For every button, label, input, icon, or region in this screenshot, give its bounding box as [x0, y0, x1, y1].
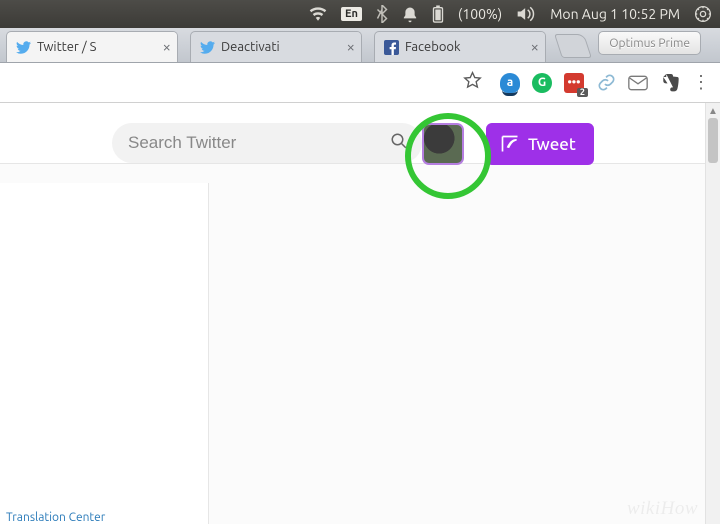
browser-toolbar: a G ••• 2 ⋮	[0, 63, 720, 103]
watermark: wikiHow	[627, 498, 698, 520]
extension-amazon-icon[interactable]: a	[500, 73, 520, 93]
extension-lastpass-icon[interactable]: ••• 2	[564, 73, 584, 93]
twitter-bird-icon	[199, 39, 215, 55]
facebook-icon	[383, 39, 399, 55]
extension-grammarly-icon[interactable]: G	[532, 73, 552, 93]
twitter-bird-icon	[15, 39, 31, 55]
close-icon[interactable]: ×	[347, 39, 355, 54]
left-sidebar: Translation Center	[0, 183, 209, 524]
scroll-thumb[interactable]	[708, 118, 718, 163]
clock: Mon Aug 1 10:52 PM	[550, 6, 680, 22]
close-icon[interactable]: ×	[163, 39, 171, 54]
footer-link-translation[interactable]: Translation Center	[0, 511, 111, 524]
notification-bell-icon[interactable]	[402, 6, 418, 23]
browser-tab-strip: Twitter / S × Deactivati × Facebook × Op…	[0, 28, 720, 63]
tab-twitter[interactable]: Twitter / S ×	[6, 31, 178, 62]
tweet-button-label: Tweet	[528, 135, 576, 154]
tab-facebook[interactable]: Facebook ×	[374, 31, 546, 62]
scroll-up-icon[interactable]: ▲	[706, 103, 720, 118]
tab-deactivation[interactable]: Deactivati ×	[190, 31, 362, 62]
browser-menu-icon[interactable]: ⋮	[692, 72, 710, 93]
extension-evernote-icon[interactable]	[660, 73, 680, 93]
bookmark-star-icon[interactable]	[463, 71, 482, 94]
language-indicator[interactable]: En	[341, 7, 362, 21]
tab-title: Facebook	[405, 40, 461, 54]
window-user-label[interactable]: Optimus Prime	[598, 31, 701, 55]
search-box[interactable]	[112, 123, 422, 163]
wifi-icon[interactable]	[309, 7, 327, 21]
vertical-scrollbar[interactable]: ▲	[705, 103, 720, 524]
session-gear-icon[interactable]	[694, 5, 712, 23]
extension-badge: 2	[577, 88, 588, 97]
close-icon[interactable]: ×	[531, 39, 539, 54]
tab-title: Twitter / S	[37, 40, 96, 54]
tweet-button[interactable]: Tweet	[486, 123, 594, 165]
extension-mail-icon[interactable]	[628, 73, 648, 93]
system-menubar: En (100%) Mon Aug 1 10:52 PM	[0, 0, 720, 28]
new-tab-button[interactable]	[554, 34, 592, 58]
search-icon[interactable]	[390, 132, 408, 154]
bluetooth-icon[interactable]	[376, 5, 388, 23]
tab-title: Deactivati	[221, 40, 280, 54]
profile-avatar[interactable]	[422, 123, 464, 165]
extension-link-icon[interactable]	[596, 73, 616, 93]
battery-icon[interactable]	[432, 5, 444, 23]
page-viewport: Tweet Translation Center ▲ wikiHow	[0, 103, 720, 524]
compose-quill-icon	[500, 134, 520, 154]
volume-icon[interactable]	[516, 6, 536, 22]
search-input[interactable]	[126, 132, 390, 154]
battery-percent: (100%)	[458, 6, 502, 22]
omnibox-right[interactable]	[0, 71, 488, 94]
